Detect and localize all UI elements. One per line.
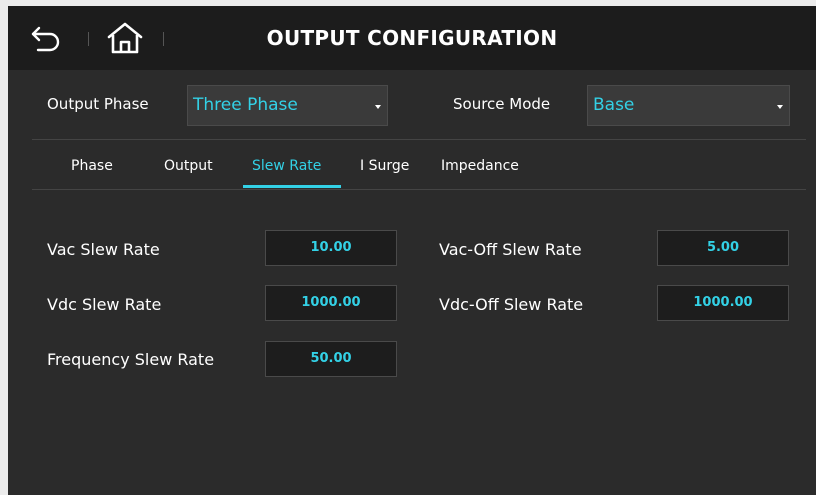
source-mode-value: Base	[593, 95, 635, 115]
output-phase-value: Three Phase	[193, 95, 298, 115]
frequency-slew-rate-input[interactable]: 50.00	[265, 341, 397, 377]
chevron-down-icon	[777, 105, 783, 109]
frequency-slew-rate-label: Frequency Slew Rate	[47, 350, 215, 369]
tab-i-surge[interactable]: I Surge	[360, 158, 409, 174]
vac-off-slew-rate-label: Vac-Off Slew Rate	[439, 240, 582, 259]
back-arrow-icon[interactable]	[30, 24, 62, 52]
home-icon[interactable]	[105, 21, 145, 55]
active-tab-indicator	[243, 185, 341, 188]
chevron-down-icon	[375, 105, 381, 109]
header-separator	[88, 32, 89, 46]
divider	[32, 189, 806, 190]
header-bar: OUTPUT CONFIGURATION	[8, 6, 816, 70]
vac-slew-rate-label: Vac Slew Rate	[47, 240, 160, 259]
tab-output[interactable]: Output	[164, 158, 213, 174]
vac-off-slew-rate-input[interactable]: 5.00	[657, 230, 789, 266]
divider	[32, 139, 806, 140]
vdc-off-slew-rate-label: Vdc-Off Slew Rate	[439, 295, 584, 314]
vdc-slew-rate-label: Vdc Slew Rate	[47, 295, 162, 314]
output-phase-dropdown[interactable]: Three Phase	[187, 85, 388, 126]
output-phase-label: Output Phase	[47, 95, 149, 113]
source-mode-dropdown[interactable]: Base	[587, 85, 790, 126]
tab-phase[interactable]: Phase	[71, 158, 113, 174]
header-separator	[163, 32, 164, 46]
tab-slew-rate[interactable]: Slew Rate	[252, 158, 321, 174]
tab-impedance[interactable]: Impedance	[441, 158, 519, 174]
vac-slew-rate-input[interactable]: 10.00	[265, 230, 397, 266]
vdc-slew-rate-input[interactable]: 1000.00	[265, 285, 397, 321]
source-mode-label: Source Mode	[453, 95, 551, 113]
output-configuration-screen: OUTPUT CONFIGURATION Output Phase Three …	[8, 6, 816, 495]
vdc-off-slew-rate-input[interactable]: 1000.00	[657, 285, 789, 321]
